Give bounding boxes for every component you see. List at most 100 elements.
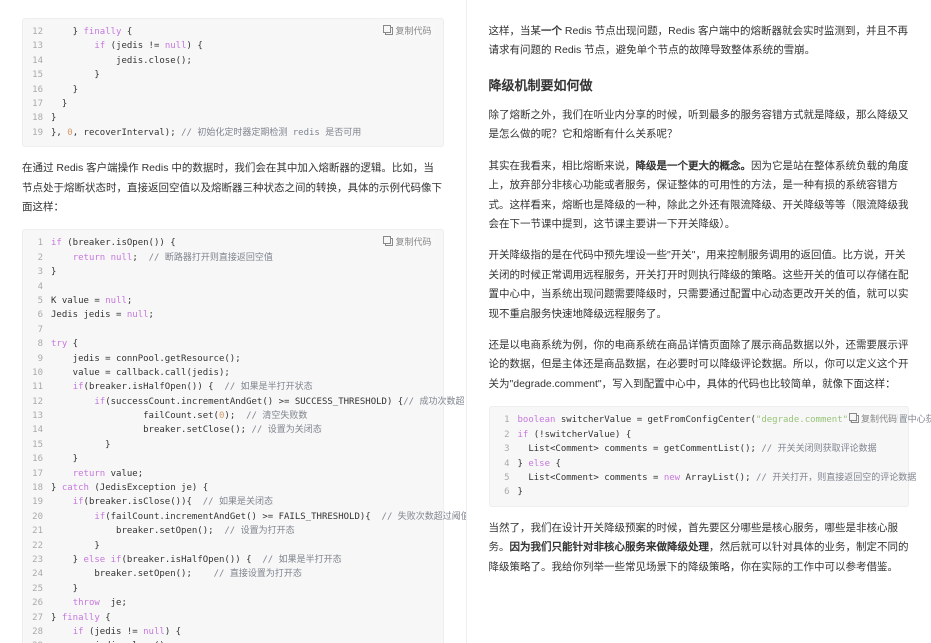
code-content: failCount.set(0); // 清空失败数 xyxy=(51,409,435,423)
code-content: Jedis jedis = null; xyxy=(51,308,435,322)
code-line: 27} finally { xyxy=(31,611,435,625)
code-line: 19 if(breaker.isClose()){ // 如果是关闭态 xyxy=(31,495,435,509)
line-number: 27 xyxy=(31,611,51,625)
copy-label: 复制代码 xyxy=(861,414,897,424)
code-line: 19}, 0, recoverInterval); // 初始化定时器定期检测 … xyxy=(31,126,435,140)
line-number: 16 xyxy=(31,83,51,97)
code-line: 16 } xyxy=(31,83,435,97)
line-number: 11 xyxy=(31,380,51,394)
code-line: 24 breaker.setOpen(); // 直接设置为打开态 xyxy=(31,567,435,581)
copy-label: 复制代码 xyxy=(395,237,431,247)
code-content: if (jedis != null) { xyxy=(51,39,435,53)
line-number: 4 xyxy=(31,280,51,294)
code-line: 22 } xyxy=(31,539,435,553)
code-content: breaker.setOpen(); // 直接设置为打开态 xyxy=(51,567,435,581)
code-line: 2 return null; // 断路器打开则直接返回空值 xyxy=(31,251,435,265)
heading-degrade: 降级机制要如何做 xyxy=(489,75,910,94)
line-number: 21 xyxy=(31,524,51,538)
left-column: 复制代码 12 } finally {13 if (jedis != null)… xyxy=(0,0,466,643)
right-paragraph-3: 其实在我看来，相比熔断来说，降级是一个更大的概念。因为它是站在整体系统负载的角度… xyxy=(489,157,910,235)
code-block-2: 复制代码 1if (breaker.isOpen()) {2 return nu… xyxy=(22,229,444,643)
code-content: } finally { xyxy=(51,25,435,39)
code-line: 18} catch (JedisException je) { xyxy=(31,481,435,495)
code-line: 1if (breaker.isOpen()) { xyxy=(31,236,435,250)
code-line: 10 value = callback.call(jedis); xyxy=(31,366,435,380)
line-number: 12 xyxy=(31,395,51,409)
line-number: 14 xyxy=(31,54,51,68)
code-content: List<Comment> comments = new ArrayList()… xyxy=(518,471,917,485)
code-line: 14 jedis.close(); xyxy=(31,54,435,68)
code-line: 18} xyxy=(31,111,435,125)
code-line: 17 return value; xyxy=(31,467,435,481)
code-content: } xyxy=(51,438,435,452)
line-number: 6 xyxy=(31,308,51,322)
code-content: if (!switcherValue) { xyxy=(518,428,901,442)
line-number: 24 xyxy=(31,567,51,581)
code-line: 25 } xyxy=(31,582,435,596)
code-content: if (jedis != null) { xyxy=(51,625,435,639)
code-line: 5 List<Comment> comments = new ArrayList… xyxy=(498,471,901,485)
code-content: } xyxy=(51,452,435,466)
line-number: 2 xyxy=(498,428,518,442)
code-content: List<Comment> comments = getCommentList(… xyxy=(518,442,901,456)
line-number: 5 xyxy=(498,471,518,485)
right-paragraph-6: 当然了，我们在设计开关降级预案的时候，首先要区分哪些是核心服务，哪些是非核心服务… xyxy=(489,519,910,577)
line-number: 15 xyxy=(31,438,51,452)
copy-label: 复制代码 xyxy=(395,26,431,36)
right-column: 这样，当某一个 Redis 节点出现问题，Redis 客户端中的熔断器就会实时监… xyxy=(466,0,931,643)
code-content: } else if(breaker.isHalfOpen()) { // 如果是… xyxy=(51,553,435,567)
code-content: K value = null; xyxy=(51,294,435,308)
code-line: 2if (!switcherValue) { xyxy=(498,428,901,442)
code-line: 8try { xyxy=(31,337,435,351)
copy-button-1[interactable]: 复制代码 xyxy=(382,23,434,38)
code-content: } xyxy=(51,111,435,125)
code-content: throw je; xyxy=(51,596,435,610)
line-number: 3 xyxy=(31,265,51,279)
line-number: 26 xyxy=(31,596,51,610)
code-line: 11 if(breaker.isHalfOpen()) { // 如果是半打开状… xyxy=(31,380,435,394)
code-content: return null; // 断路器打开则直接返回空值 xyxy=(51,251,435,265)
code-content: } xyxy=(51,83,435,97)
copy-button-2[interactable]: 复制代码 xyxy=(382,234,434,249)
line-number: 4 xyxy=(498,457,518,471)
code-content: } xyxy=(51,68,435,82)
code-line: 4 xyxy=(31,280,435,294)
line-number: 19 xyxy=(31,495,51,509)
code-content: } xyxy=(51,97,435,111)
code-content: } xyxy=(51,265,435,279)
copy-button-3[interactable]: 复制代码 xyxy=(848,411,900,426)
code-line: 12 } finally { xyxy=(31,25,435,39)
code-line: 26 throw je; xyxy=(31,596,435,610)
code-content: if(successCount.incrementAndGet() >= SUC… xyxy=(51,395,464,409)
code-content: if(failCount.incrementAndGet() >= FAILS_… xyxy=(51,510,466,524)
code-line: 4} else { xyxy=(498,457,901,471)
line-number: 13 xyxy=(31,39,51,53)
code-content: jedis.close(); xyxy=(51,54,435,68)
line-number: 29 xyxy=(31,639,51,643)
code-line: 12 if(successCount.incrementAndGet() >= … xyxy=(31,395,435,409)
code-content: if(breaker.isClose()){ // 如果是关闭态 xyxy=(51,495,435,509)
right-paragraph-4: 开关降级指的是在代码中预先埋设一些"开关"，用来控制服务调用的返回值。比方说，开… xyxy=(489,246,910,324)
code-line: 15 } xyxy=(31,68,435,82)
code-content: jedis.close(); xyxy=(51,639,435,643)
code-content: } xyxy=(51,582,435,596)
line-number: 1 xyxy=(498,413,518,427)
right-paragraph-1: 这样，当某一个 Redis 节点出现问题，Redis 客户端中的熔断器就会实时监… xyxy=(489,22,910,61)
code-line: 15 } xyxy=(31,438,435,452)
code-line: 14 breaker.setClose(); // 设置为关闭态 xyxy=(31,423,435,437)
line-number: 1 xyxy=(31,236,51,250)
code-content: if(breaker.isHalfOpen()) { // 如果是半打开状态 xyxy=(51,380,435,394)
code-line: 29 jedis.close(); xyxy=(31,639,435,643)
line-number: 23 xyxy=(31,553,51,567)
code-content: value = callback.call(jedis); xyxy=(51,366,435,380)
code-line: 28 if (jedis != null) { xyxy=(31,625,435,639)
code-line: 13 failCount.set(0); // 清空失败数 xyxy=(31,409,435,423)
code-content: breaker.setOpen(); // 设置为打开态 xyxy=(51,524,435,538)
line-number: 18 xyxy=(31,481,51,495)
code-line: 6} xyxy=(498,485,901,499)
line-number: 12 xyxy=(31,25,51,39)
line-number: 15 xyxy=(31,68,51,82)
copy-icon xyxy=(385,238,393,246)
line-number: 9 xyxy=(31,352,51,366)
copy-icon xyxy=(385,27,393,35)
